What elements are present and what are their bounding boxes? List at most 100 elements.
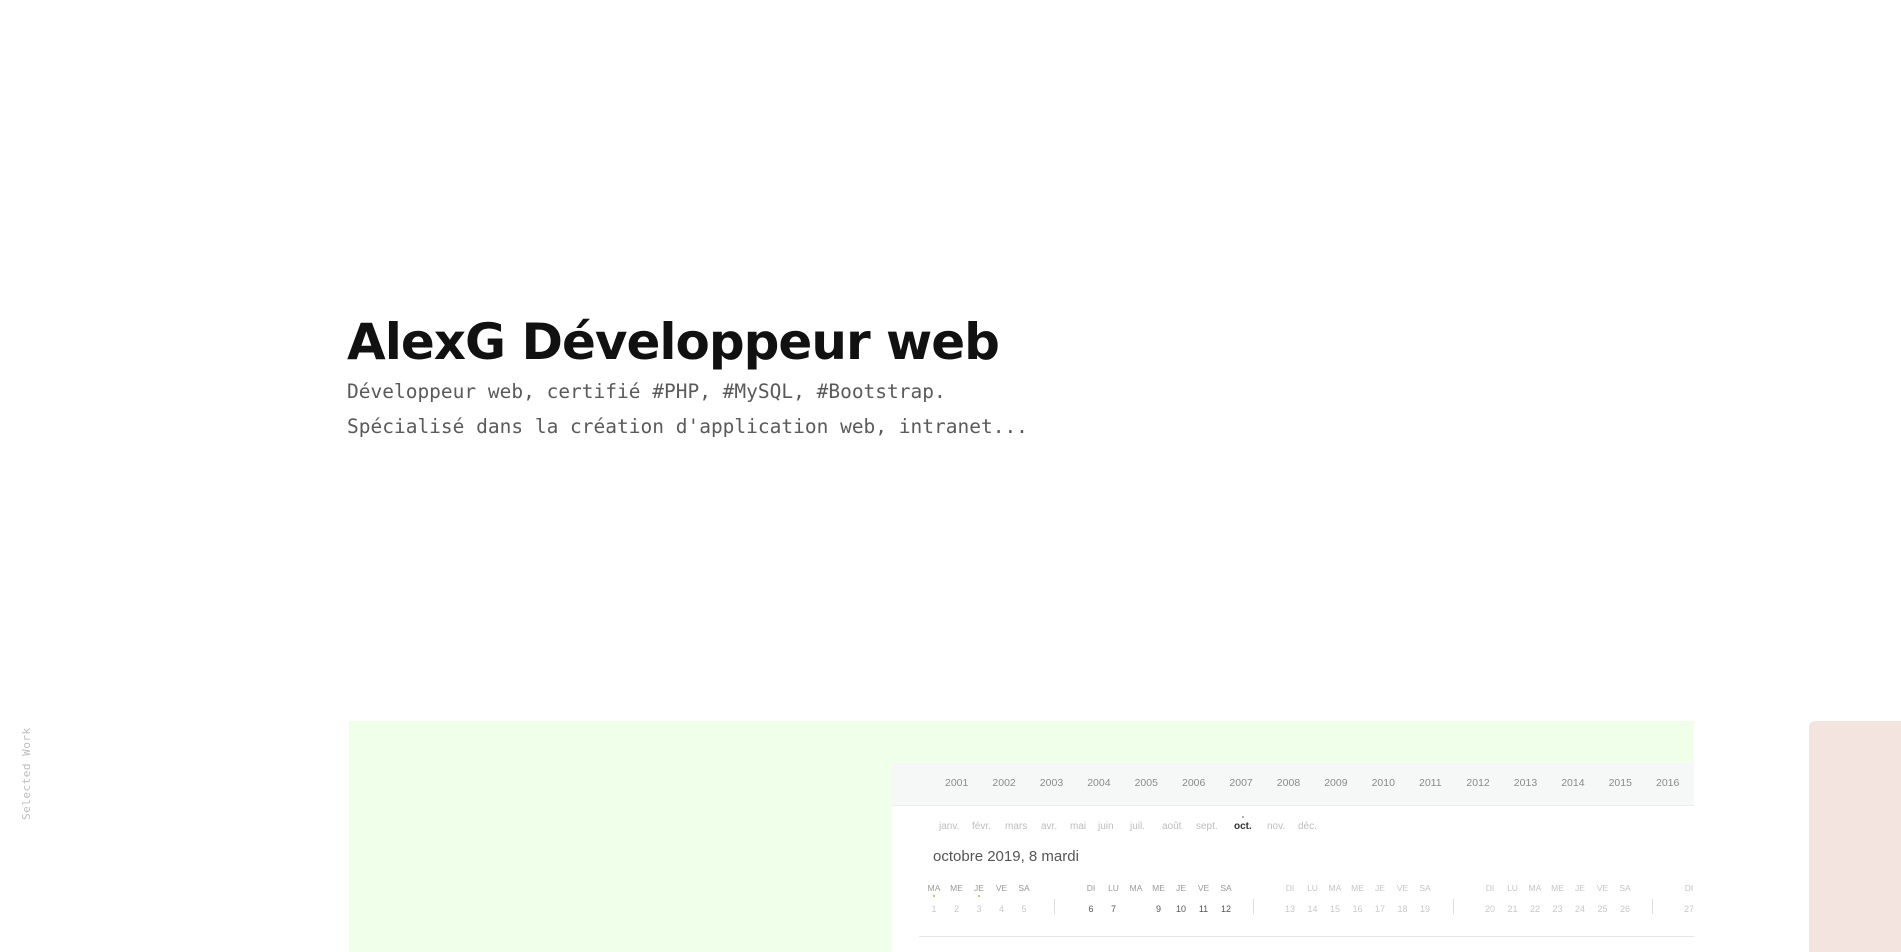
calendar-day[interactable]: 23 — [1548, 901, 1568, 917]
year-2001[interactable]: 2001 — [945, 777, 968, 789]
calendar-day-number: 22 — [1529, 904, 1540, 914]
weekday-header: MA — [1328, 883, 1342, 893]
calendar-day-today[interactable]: 8 — [1126, 901, 1146, 917]
calendar-day[interactable]: 16 — [1348, 901, 1368, 917]
event-dot — [978, 895, 980, 897]
calendar-day[interactable]: 13 — [1280, 901, 1300, 917]
calendar-day[interactable]: 11 — [1194, 901, 1214, 917]
page-title: AlexG Développeur web — [347, 313, 1000, 371]
month-8[interactable]: août — [1162, 821, 1181, 832]
calendar-day[interactable]: 15 — [1325, 901, 1345, 917]
calendar-day[interactable]: 20 — [1480, 901, 1500, 917]
weekday-header: ME — [950, 883, 963, 893]
weekday-header: VE — [1596, 883, 1609, 893]
month-6[interactable]: juin — [1098, 821, 1114, 832]
calendar-day[interactable]: 10 — [1171, 901, 1191, 917]
month-4[interactable]: avr. — [1041, 821, 1057, 832]
calendar-day-number: 13 — [1284, 904, 1295, 914]
calendar-day[interactable]: 18 — [1393, 901, 1413, 917]
year-2013[interactable]: 2013 — [1514, 777, 1537, 789]
calendar-day[interactable]: 5 — [1014, 901, 1034, 917]
weekday-header: DI — [1485, 883, 1495, 893]
project-card[interactable]: 2001 2002 2003 2004 2005 2006 2007 2008 2009 2010… — [349, 721, 1694, 952]
calendar-day-number: 9 — [1155, 904, 1161, 914]
weekday-header: SA — [1220, 883, 1232, 893]
calendar-day[interactable]: 2 — [947, 901, 967, 917]
calendar-day-number: 11 — [1198, 904, 1209, 914]
calendar-day-number: 8 — [1133, 904, 1139, 914]
weekday-header: ME — [1152, 883, 1165, 893]
weekday-header: LU — [1507, 883, 1518, 893]
calendar-day-number: 18 — [1397, 904, 1408, 914]
next-project-card[interactable] — [1809, 721, 1901, 952]
calendar-day[interactable]: 14 — [1303, 901, 1323, 917]
calendar-day[interactable]: 27 — [1679, 901, 1694, 917]
calendar-day[interactable]: 25 — [1593, 901, 1613, 917]
calendar-day[interactable]: 4 — [992, 901, 1012, 917]
weekday-header: DI — [1684, 883, 1694, 893]
weekday-header: SA — [1619, 883, 1631, 893]
month-bar: janv. févr. mars avr. mai juin juil. août sept. o… — [892, 816, 1694, 837]
year-2015[interactable]: 2015 — [1609, 777, 1632, 789]
calendar-day[interactable]: 6 — [1081, 901, 1101, 917]
calendar-day[interactable]: 3 — [969, 901, 989, 917]
calendar-day[interactable]: 21 — [1503, 901, 1523, 917]
month-2[interactable]: févr. — [972, 821, 991, 832]
year-2002[interactable]: 2002 — [992, 777, 1015, 789]
weekday-header: JE — [1176, 883, 1186, 893]
month-7[interactable]: juil. — [1130, 821, 1145, 832]
year-2011[interactable]: 2011 — [1419, 777, 1442, 789]
year-bar: 2001 2002 2003 2004 2005 2006 2007 2008 2009 2010… — [892, 763, 1694, 806]
year-2016[interactable]: 2016 — [1656, 777, 1679, 789]
year-2006[interactable]: 2006 — [1182, 777, 1205, 789]
calendar-day-number: 16 — [1352, 904, 1363, 914]
event-dot — [933, 895, 935, 897]
calendar-day-number: 24 — [1574, 904, 1585, 914]
calendar-day[interactable]: 26 — [1615, 901, 1635, 917]
year-2012[interactable]: 2012 — [1466, 777, 1489, 789]
month-12[interactable]: déc. — [1298, 821, 1317, 832]
year-2007[interactable]: 2007 — [1229, 777, 1252, 789]
calendar-day[interactable]: 9 — [1149, 901, 1169, 917]
weekday-header: JE — [1375, 883, 1385, 893]
weekday-header: JE — [1575, 883, 1585, 893]
year-2003[interactable]: 2003 — [1040, 777, 1063, 789]
calendar-day-number: 12 — [1220, 904, 1231, 914]
month-9[interactable]: sept. — [1196, 821, 1218, 832]
calendar-day-number: 5 — [1021, 904, 1027, 914]
hero-tagline: Développeur web, certifié #PHP, #MySQL, … — [347, 380, 946, 403]
calendar-day-number: 15 — [1329, 904, 1340, 914]
calendar-day[interactable]: 1 — [924, 901, 944, 917]
month-10[interactable]: oct. — [1234, 816, 1252, 832]
calendar-day-number: 26 — [1619, 904, 1630, 914]
month-5[interactable]: mai — [1070, 821, 1086, 832]
year-2014[interactable]: 2014 — [1561, 777, 1584, 789]
calendar-day[interactable]: 12 — [1216, 901, 1236, 917]
month-3[interactable]: mars — [1005, 821, 1027, 832]
hero-section: AlexG Développeur web Développeur web, c… — [347, 310, 1028, 444]
calendar-day-number: 25 — [1597, 904, 1608, 914]
calendar-day-number: 17 — [1374, 904, 1385, 914]
year-2005[interactable]: 2005 — [1135, 777, 1158, 789]
weekday-header: ME — [1351, 883, 1364, 893]
calendar-day-number: 23 — [1552, 904, 1563, 914]
day-strip: MA ME JE VE SA 1 2 3 4 5 DI LU MA ME JE VE SA 6 7 8 9 10 11 12 D… — [892, 883, 1694, 923]
calendar-day-number: 21 — [1507, 904, 1518, 914]
weekday-header: VE — [1197, 883, 1210, 893]
calendar-day-number: 14 — [1307, 904, 1318, 914]
calendar-day[interactable]: 17 — [1370, 901, 1390, 917]
month-1[interactable]: janv. — [939, 821, 959, 832]
calendar-day[interactable]: 19 — [1415, 901, 1435, 917]
calendar-day[interactable]: 22 — [1525, 901, 1545, 917]
weekday-header: SA — [1018, 883, 1030, 893]
year-2009[interactable]: 2009 — [1324, 777, 1347, 789]
weekday-header: MA — [1129, 883, 1143, 893]
calendar-day[interactable]: 7 — [1104, 901, 1124, 917]
weekday-header: SA — [1419, 883, 1431, 893]
year-2004[interactable]: 2004 — [1087, 777, 1110, 789]
calendar-day[interactable]: 24 — [1570, 901, 1590, 917]
month-11[interactable]: nov. — [1267, 821, 1285, 832]
year-2008[interactable]: 2008 — [1277, 777, 1300, 789]
year-2010[interactable]: 2010 — [1372, 777, 1395, 789]
weekday-header: DI — [1285, 883, 1295, 893]
